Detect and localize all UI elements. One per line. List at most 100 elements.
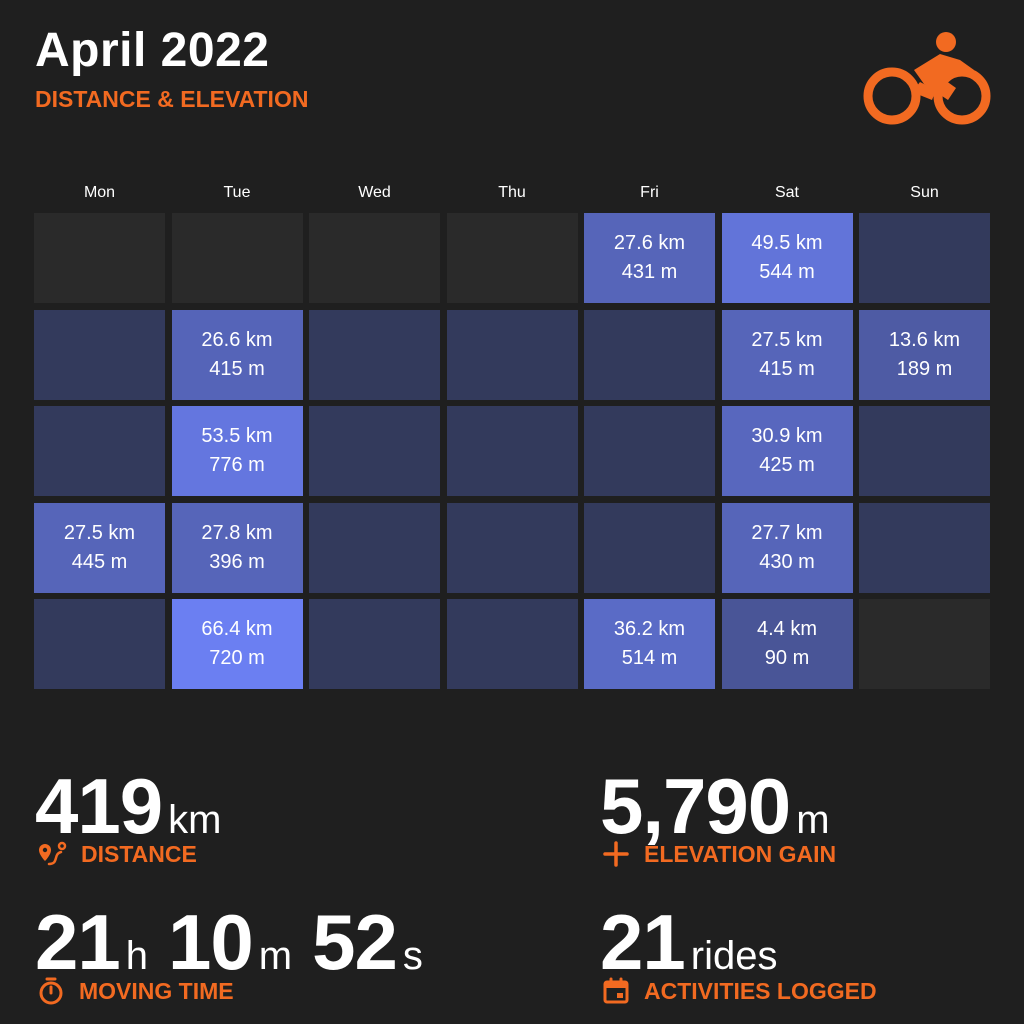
page-subtitle: DISTANCE & ELEVATION [35, 86, 309, 112]
day-elevation: 415 m [759, 357, 815, 380]
calendar-day [446, 309, 578, 400]
activities-value: 21 [600, 898, 686, 986]
calendar-day-ride: 36.2 km 514 m [584, 599, 715, 689]
calendar-day [309, 502, 440, 593]
weekday-label: Fri [640, 184, 659, 201]
calendar-day-ride: 30.9 km 425 m [721, 406, 853, 496]
calendar-grid: 27.6 km 431 m 49.5 km 544 m 26.6 km 415 m 27.5… [34, 213, 990, 689]
calendar-day [859, 502, 990, 593]
day-distance: 27.5 km [63, 521, 136, 544]
day-elevation: 544 m [759, 261, 815, 283]
weekday-label: Sun [910, 184, 939, 201]
moving-seconds-unit: s [402, 934, 423, 978]
day-distance: 27.8 km [201, 521, 273, 544]
stopwatch-icon [39, 977, 63, 1005]
calendar-day [309, 406, 440, 496]
cyclist-icon [863, 32, 991, 125]
calendar-day-ride: 49.5 km 544 m [721, 213, 853, 303]
elevation-label: ELEVATION GAIN [602, 840, 836, 868]
day-elevation: 776 m [209, 454, 265, 476]
elevation-label-text: ELEVATION GAIN [644, 841, 837, 867]
weekday-label: Mon [83, 184, 116, 201]
calendar-day [859, 406, 990, 496]
plus-icon [603, 841, 629, 867]
moving-time-label: MOVING TIME [37, 977, 234, 1005]
day-distance: 30.9 km [751, 425, 823, 447]
weekday-label: Sat [774, 184, 799, 201]
calendar-day-ride: 66.4 km 720 m [171, 599, 303, 689]
moving-hours-unit: h [125, 934, 149, 978]
calendar-day [584, 502, 715, 593]
day-distance: 49.5 km [751, 232, 823, 254]
calendar-day [34, 599, 165, 689]
activities-stat: 21 rides [600, 902, 797, 982]
distance-stat: 419 km [35, 766, 241, 846]
day-elevation: 415 m [209, 357, 265, 380]
activities-unit: rides [690, 934, 778, 978]
moving-time-label-text: MOVING TIME [79, 978, 234, 1004]
calendar-day-outside-month [171, 213, 303, 303]
calendar-day-outside-month [859, 599, 990, 689]
day-elevation: 430 m [759, 550, 815, 573]
calendar-day [446, 502, 578, 593]
calendar-day [309, 309, 440, 400]
day-elevation: 720 m [209, 647, 265, 669]
weekday-label: Tue [223, 184, 251, 201]
moving-minutes: 10 [168, 898, 254, 986]
day-distance: 13.6 km [888, 328, 961, 351]
calendar-day-ride: 53.5 km 776 m [171, 406, 303, 496]
distance-label-text: DISTANCE [81, 841, 197, 867]
calendar-day-ride: 27.5 km 415 m [721, 309, 853, 400]
route-pin-icon [39, 841, 67, 866]
distance-unit: km [168, 798, 222, 842]
day-distance: 27.6 km [613, 232, 686, 254]
calendar-day-outside-month [34, 213, 165, 303]
calendar-day [446, 406, 578, 496]
day-elevation: 445 m [71, 550, 128, 573]
calendar-day [584, 309, 715, 400]
day-elevation: 514 m [621, 647, 678, 669]
day-distance: 66.4 km [201, 618, 273, 640]
day-distance: 26.6 km [201, 328, 273, 351]
calendar-day-ride: 27.6 km 431 m [584, 213, 715, 303]
elevation-unit: m [796, 798, 830, 842]
day-elevation: 431 m [621, 261, 678, 283]
day-elevation: 396 m [209, 550, 265, 573]
elevation-stat: 5,790 m [600, 766, 850, 846]
page-title: April 2022 [35, 24, 270, 77]
day-distance: 53.5 km [201, 425, 273, 447]
calendar-day-ride: 4.4 km 90 m [721, 599, 853, 689]
calendar-day [309, 599, 440, 689]
activities-label: ACTIVITIES LOGGED [602, 977, 877, 1005]
calendar-day [859, 213, 990, 303]
calendar-day-ride: 27.7 km 430 m [721, 502, 853, 593]
weekday-label: Wed [358, 184, 391, 201]
weekday-header: Mon Tue Wed Thu Fri Sat Sun [34, 181, 990, 205]
moving-seconds: 52 [312, 898, 398, 986]
calendar-day [34, 406, 165, 496]
calendar-day-outside-month [309, 213, 440, 303]
calendar-day [446, 599, 578, 689]
day-distance: 27.7 km [751, 521, 823, 544]
calendar-day-ride: 13.6 km 189 m [859, 309, 990, 400]
calendar-day-ride: 27.5 km 445 m [34, 502, 165, 593]
activities-label-text: ACTIVITIES LOGGED [644, 978, 877, 1004]
calendar-day-ride: 27.8 km 396 m [171, 502, 303, 593]
moving-minutes-unit: m [258, 934, 293, 978]
calendar-day-ride: 26.6 km 415 m [171, 309, 303, 400]
weekday-label: Thu [498, 184, 526, 201]
calendar-day [584, 406, 715, 496]
moving-time-stat: 21 h 10 m 52 s [35, 902, 443, 982]
day-distance: 4.4 km [756, 618, 818, 640]
elevation-value: 5,790 [600, 762, 791, 850]
distance-label: DISTANCE [37, 840, 197, 868]
day-elevation: 189 m [896, 357, 953, 380]
day-distance: 27.5 km [751, 328, 823, 351]
distance-value: 419 [35, 762, 163, 850]
day-elevation: 425 m [759, 454, 815, 476]
calendar-icon [603, 977, 629, 1004]
day-elevation: 90 m [764, 647, 810, 669]
calendar-day-outside-month [446, 213, 578, 303]
calendar-day [34, 309, 165, 400]
moving-hours: 21 [35, 898, 121, 986]
